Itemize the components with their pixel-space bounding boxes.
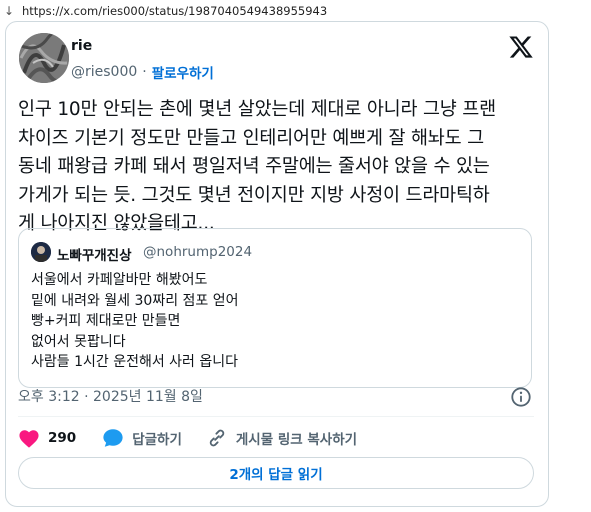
action-bar: 290 답글하기 게시물 링크 복사하기 (18, 426, 357, 450)
tweet-line: 차이즈 기본기 정도만 만들고 인테리어만 예쁘게 잘 해놔도 그 (18, 127, 484, 149)
copy-link-label: 게시물 링크 복사하기 (235, 432, 358, 448)
avatar[interactable] (19, 33, 69, 83)
like-count: 290 (48, 430, 77, 446)
reply-label: 답글하기 (132, 432, 182, 448)
author-handle-row: @ries000 · 팔로우하기 (71, 62, 214, 82)
quoted-line: 없어서 못팝니다 (31, 333, 126, 350)
tweet-text: 인구 10만 안되는 촌에 몇년 살았는데 제대로 아니라 그냥 프랜 차이즈 … (18, 96, 540, 239)
follow-button[interactable]: 팔로우하기 (152, 62, 214, 82)
tweet-line: 인구 10만 안되는 촌에 몇년 살았는데 제대로 아니라 그냥 프랜 (18, 99, 496, 120)
divider (18, 416, 534, 417)
tweet-timestamp[interactable]: 오후 3:12 · 2025년 11월 8일 (18, 386, 203, 406)
quoted-text: 서울에서 카페알바만 해봤어도 밑에 내려와 월세 30짜리 점포 얻어 빵+커… (31, 270, 239, 373)
quoted-tweet[interactable]: 노빠꾸개진상 @nohrump2024 서울에서 카페알바만 해봤어도 밑에 내… (18, 228, 532, 388)
read-replies-button[interactable]: 2개의 답글 읽기 (18, 457, 534, 489)
quoted-line: 서울에서 카페알바만 해봤어도 (31, 272, 208, 288)
quoted-avatar[interactable] (31, 242, 51, 262)
info-icon[interactable] (510, 386, 532, 408)
copy-link-button[interactable]: 게시물 링크 복사하기 (206, 427, 357, 449)
download-arrow-icon[interactable]: ↓ (4, 4, 18, 18)
reply-button[interactable]: 답글하기 (102, 427, 182, 449)
url-text[interactable]: https://x.com/ries000/status/19870405494… (22, 4, 327, 18)
tweet-line: 동네 패왕급 카페 돼서 평일저녁 주말에는 줄서야 앉을 수 있는 (18, 156, 490, 177)
speech-bubble-icon (103, 429, 123, 447)
quoted-author-name: 노빠꾸개진상 (57, 248, 132, 264)
heart-icon (19, 430, 39, 448)
browser-address-bar[interactable]: ↓ https://x.com/ries000/status/198704054… (0, 0, 591, 22)
x-logo-icon[interactable] (508, 34, 534, 60)
like-button[interactable]: 290 (18, 428, 76, 448)
tweet-line: 가게가 되는 듯. 그것도 몇년 전이지만 지방 사정이 드라마틱하 (18, 184, 490, 206)
quoted-line: 빵+커피 제대로만 만들면 (31, 313, 181, 329)
separator-dot: · (142, 64, 147, 80)
author-handle[interactable]: @ries000 (71, 64, 137, 80)
quoted-line: 사람들 1시간 운전해서 사러 옵니다 (31, 354, 239, 370)
author-name[interactable]: rie (71, 38, 92, 54)
quoted-author-handle: @nohrump2024 (143, 244, 253, 260)
quoted-line: 밑에 내려와 월세 30짜리 점포 얻어 (31, 292, 239, 309)
tweet-card: rie @ries000 · 팔로우하기 인구 10만 안되는 촌에 몇년 살았… (5, 21, 549, 507)
link-icon (209, 429, 225, 447)
